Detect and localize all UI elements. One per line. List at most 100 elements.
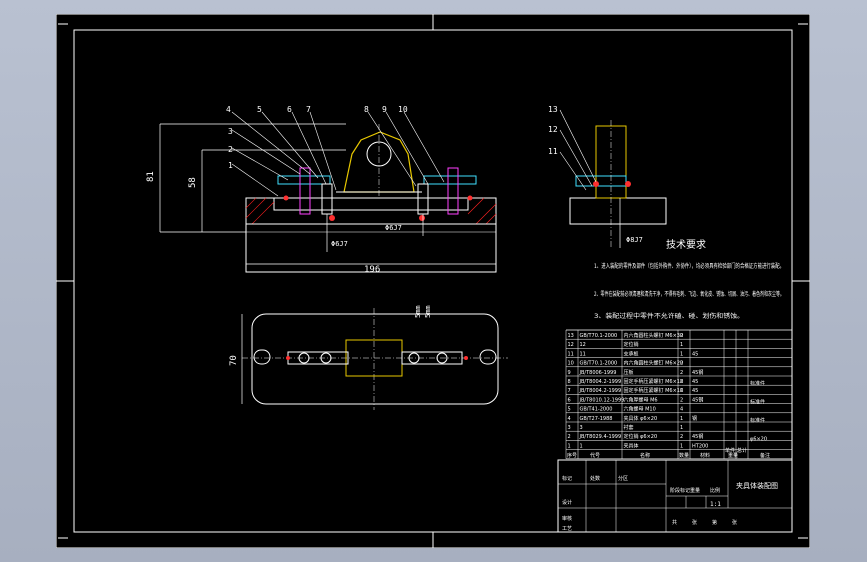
- bom-cell-mat: 45: [692, 351, 698, 357]
- bom-cell-code: GB/T41-2000: [580, 407, 613, 413]
- tb-label-chushu: 处数: [590, 475, 600, 482]
- bom-cell-qty: 4: [680, 407, 683, 413]
- bom-cell-no: 9: [568, 370, 571, 376]
- tb-label-bili: 比例: [710, 487, 720, 494]
- cad-drawing: 8 1 58 Φ6J7 Φ6J7 196 1 2 3 4 5 6 7 8 9 10…: [56, 14, 810, 548]
- tech-item-2: 2、零件在装配前必须清理和清洗干净，不得有毛刺、飞边、氧化皮、锈蚀、切屑、油污、…: [594, 290, 784, 298]
- right-hole-red: [419, 215, 425, 221]
- tb-label-biaoji: 标记: [562, 475, 572, 482]
- balloon-6: 6: [287, 105, 292, 114]
- tb-label-jieduan: 阶段标记: [670, 487, 690, 494]
- bom-header-total: 总计: [737, 447, 747, 454]
- bom-cell-qty: 1: [680, 416, 683, 422]
- bom-cell-no: 12: [568, 342, 574, 348]
- bom-cell-qty: 2: [680, 333, 683, 339]
- bom-cell-qty: 2: [680, 397, 683, 403]
- right-clamp-plate: [423, 175, 477, 185]
- bom-cell-code: 1: [580, 443, 583, 449]
- dim-58-text: 58: [188, 177, 198, 188]
- side-balloon-12: 12: [548, 125, 558, 134]
- bom-cell-qty: 2: [680, 379, 683, 385]
- balloon-5: 5: [257, 105, 262, 114]
- bom-cell-qty: 2: [680, 388, 683, 394]
- side-view[interactable]: Φ8J7 13 12 11: [548, 105, 667, 248]
- dim-hole-left-text: Φ6J7: [331, 240, 348, 248]
- balloon-4: 4: [226, 105, 231, 114]
- tb-label-gongyi: 工艺: [562, 526, 572, 532]
- side-clamp: [575, 175, 627, 187]
- bom-header-qty: 数量: [679, 452, 689, 459]
- bom-cell-name: 定位销: [624, 341, 639, 348]
- bom-cell-name: 定位销 φ6×20: [624, 433, 658, 440]
- top-red-1: [286, 356, 290, 360]
- bom-cell-mat: 45钢: [692, 396, 703, 403]
- balloon-3: 3: [228, 127, 233, 136]
- bom-cell-no: 1: [568, 443, 571, 449]
- bom-cell-no: 3: [568, 425, 571, 431]
- bom-cell-no: 2: [568, 434, 571, 440]
- bom-cell-no: 10: [568, 361, 574, 367]
- bom-cell-name: 支承板: [624, 350, 639, 357]
- top-red-2: [464, 356, 468, 360]
- bom-table[interactable]: 13 GB/T70.1-2000 内六角圆柱头螺钉 M6×30212 12 定位销 111…: [565, 329, 793, 460]
- bom-side-note: φ6×20: [750, 436, 767, 442]
- bom-cell-qty: 1: [680, 443, 683, 449]
- bom-cell-no: 11: [568, 351, 574, 357]
- bom-cell-qty: 2: [680, 434, 683, 440]
- bom-header-mat: 材料: [700, 452, 710, 459]
- tech-item-3: 3、装配过程中零件不允许磕、碰、划伤和锈蚀。: [594, 312, 744, 320]
- bom-header-no: 序号: [567, 452, 577, 459]
- bom-cell-no: 6: [568, 397, 571, 403]
- base-body-upper: [273, 197, 469, 211]
- tb-label-zhongliang: 重量: [690, 487, 700, 494]
- balloon-1: 1: [228, 161, 233, 170]
- bom-cell-name: 固定手柄压紧螺钉 M6×16: [624, 387, 684, 394]
- drawing-outer-frame: [56, 14, 810, 548]
- drawing-canvas[interactable]: 8 1 58 Φ6J7 Φ6J7 196 1 2 3 4 5 6 7 8 9 10…: [56, 14, 810, 548]
- top-view[interactable]: 70 5mm 5mm: [229, 305, 508, 410]
- front-view[interactable]: 8 1 58 Φ6J7 Φ6J7 196 1 2 3 4 5 6 7 8 9 10: [146, 105, 497, 275]
- dim-196-text: 196: [364, 265, 380, 275]
- drawing-title: 夹具体装配图: [736, 481, 778, 490]
- balloon-8: 8: [364, 105, 369, 114]
- bom-cell-code: GB/T27-1988: [580, 416, 613, 422]
- side-balloons: [559, 109, 597, 191]
- bom-cell-code: 3: [580, 425, 583, 431]
- balloon-2: 2: [228, 145, 233, 154]
- tb-label-zhang2: 张: [732, 519, 737, 526]
- top-dim-note: 5mm: [414, 305, 422, 318]
- title-block: 夹具体装配图 1:1 标记 处数 分区 设计 审核 工艺 阶段标记 重量 比例 …: [557, 459, 793, 533]
- top-dim-note-2: 5mm: [424, 305, 432, 318]
- tb-label-sheji: 设计: [562, 499, 572, 506]
- bom-cell-name: 内六角圆柱头螺钉 M6×30: [624, 332, 684, 339]
- top-dim-70-text: 70: [229, 355, 239, 366]
- bom-header-name: 名称: [640, 452, 650, 459]
- side-balloon-11: 11: [548, 147, 558, 156]
- side-balloon-13: 13: [548, 105, 558, 114]
- tech-title: 技术要求: [666, 238, 706, 251]
- bom-cell-code: JB/T8029.4-1999: [579, 434, 622, 440]
- bom-cell-code: 12: [580, 342, 586, 348]
- tb-label-fenqu: 分区: [618, 475, 628, 482]
- bom-cell-code: JB/T8004.2-1999: [579, 379, 622, 385]
- bom-header-code: 代号: [590, 452, 600, 459]
- left-hole-red: [329, 215, 335, 221]
- tb-label-shenhe: 审核: [562, 515, 572, 522]
- bom-header-weight: 重量: [728, 452, 738, 459]
- bom-cell-name: 夹具体 φ6×20: [624, 415, 658, 422]
- bom-cell-mat: 45钢: [692, 369, 703, 376]
- bom-cell-mat: HT200: [692, 443, 708, 449]
- side-hole-red-2: [625, 181, 631, 187]
- left-hole-red-2: [283, 195, 289, 201]
- tb-label-di: 第: [712, 519, 717, 526]
- right-hole-red-2: [467, 195, 473, 201]
- bom-cell-code: 11: [580, 351, 586, 357]
- bom-cell-name: 压板: [624, 369, 634, 376]
- left-clamp-bolt: [299, 167, 311, 215]
- bom-cell-qty: 2: [680, 361, 683, 367]
- cad-viewport[interactable]: 8 1 58 Φ6J7 Φ6J7 196 1 2 3 4 5 6 7 8 9 10…: [0, 0, 867, 562]
- right-clamp-bolt: [447, 167, 459, 215]
- bom-cell-no: 13: [568, 333, 574, 339]
- bom-cell-code: GB/T70.1-2000: [580, 361, 618, 367]
- bom-cell-mat: 45钢: [692, 433, 703, 440]
